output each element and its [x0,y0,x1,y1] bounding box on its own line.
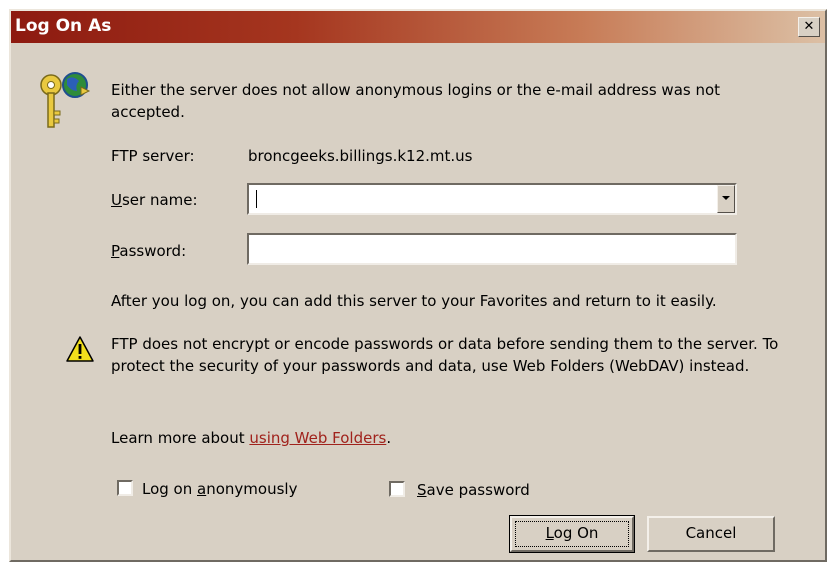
ftp-server-value: broncgeeks.billings.k12.mt.us [248,147,473,165]
web-folders-link[interactable]: using Web Folders [249,429,386,447]
cancel-button-label: Cancel [685,524,737,542]
log-on-as-dialog: Log On As ✕ Either the server does not a… [9,9,827,562]
user-name-input[interactable] [249,185,735,213]
log-on-button[interactable]: Log On [509,515,635,553]
anonymous-label-mnemonic: a [197,480,207,498]
anonymous-checkbox-label[interactable]: Log on anonymously [142,480,297,498]
password-input[interactable] [249,235,735,263]
close-button[interactable]: ✕ [798,17,820,37]
log-on-label-rest: og On [553,524,599,542]
close-icon: ✕ [803,19,815,34]
anonymous-checkbox[interactable] [117,480,133,496]
user-name-combobox[interactable] [247,183,737,215]
user-name-label: User name: [111,191,198,209]
text-caret [256,190,257,208]
password-field[interactable] [247,233,737,265]
save-password-checkbox[interactable] [389,481,405,497]
password-label: Password: [111,242,186,260]
save-password-label[interactable]: Save password [417,481,530,499]
user-name-label-text: ser name: [121,191,198,209]
favorites-note: After you log on, you can add this serve… [111,292,717,310]
log-on-mnemonic: L [545,524,554,542]
log-on-button-label: Log On [546,524,599,542]
learn-more-suffix: . [386,429,392,447]
save-password-label-end: ave password [426,481,530,499]
error-message: Either the server does not allow anonymo… [111,81,721,121]
learn-more-prefix: Learn more about [111,429,250,447]
user-name-label-mnemonic: U [111,191,122,209]
title-bar[interactable]: Log On As ✕ [11,11,825,43]
ftp-warning-text: FTP does not encrypt or encode passwords… [111,335,779,375]
save-password-mnemonic: S [417,481,427,499]
password-label-text: assword: [119,242,187,260]
dialog-title: Log On As [15,16,112,36]
ftp-server-label: FTP server: [111,147,195,165]
learn-more-line: Learn more about using Web Folders. [111,429,391,447]
warning-icon [66,336,94,362]
anonymous-label-start: Log on [142,480,198,498]
keys-globe-icon [40,72,91,128]
cancel-button[interactable]: Cancel [647,516,775,552]
dropdown-arrow-button[interactable] [717,185,735,213]
anonymous-label-end: nonymously [206,480,298,498]
